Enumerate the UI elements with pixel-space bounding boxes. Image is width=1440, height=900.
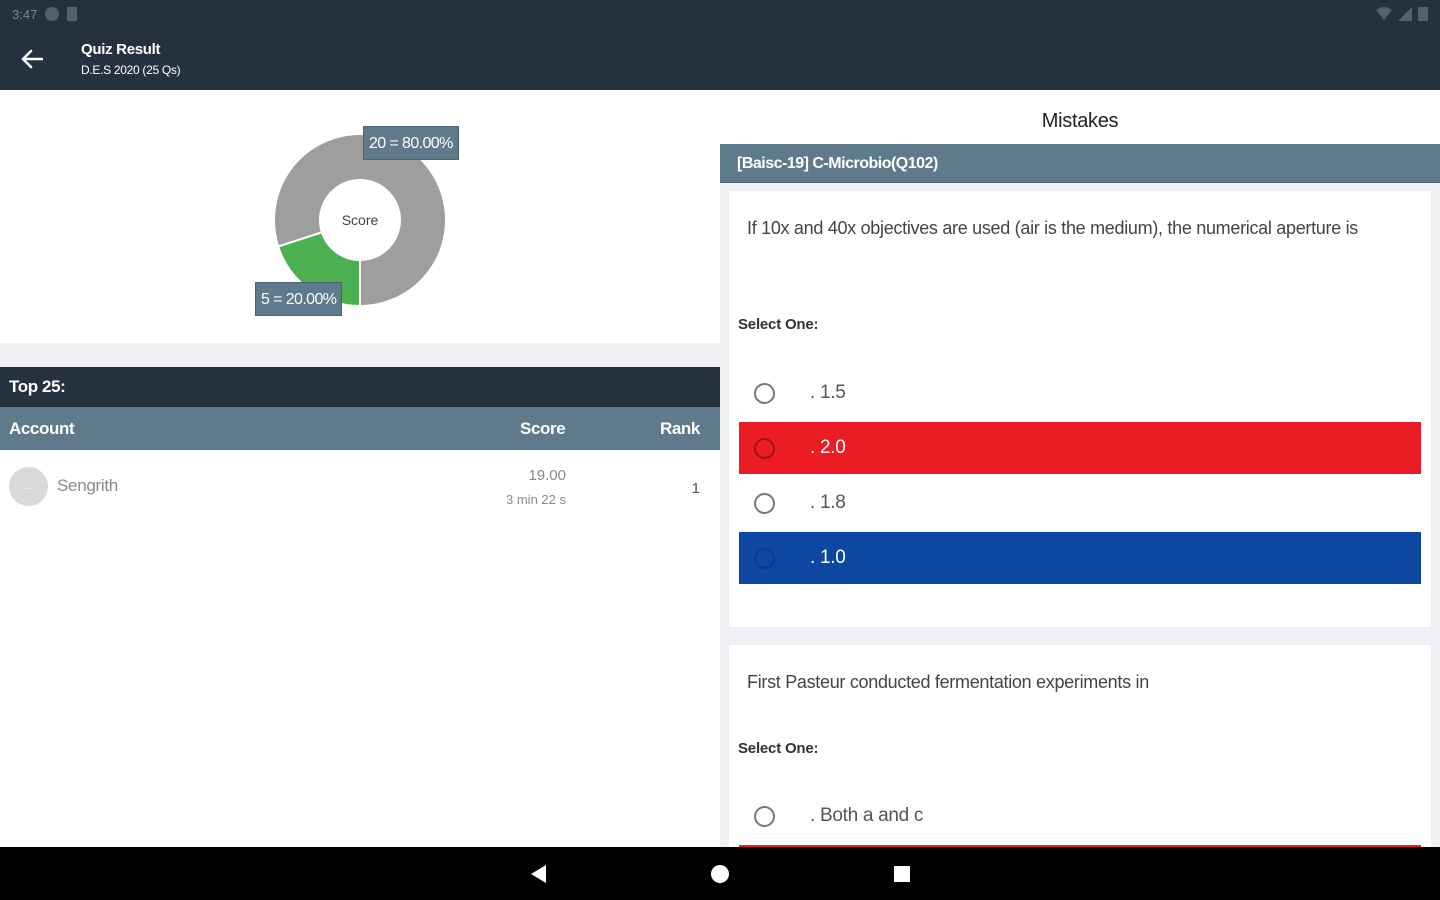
mistakes-panel[interactable]: Mistakes [Baisc-19] C-Microbio(Q102) If … <box>720 90 1440 847</box>
option-label: . 1.0 <box>810 547 846 568</box>
score-chart: Score 20 = 80.00% 5 = 20.00% <box>0 90 720 343</box>
divider <box>0 343 720 367</box>
account-name: Sengrith <box>57 476 118 495</box>
leaderboard-row[interactable]: ... Sengrith 19.00 3 min 22 s 1 <box>0 450 720 522</box>
status-bar: 3:47 <box>0 0 1440 28</box>
notification-icon <box>45 7 60 21</box>
option-4-correct[interactable]: . 1.0 <box>739 532 1421 584</box>
leaderboard-title: Top 25: <box>0 367 720 407</box>
question-text: If 10x and 40x objectives are used (air … <box>747 218 1359 238</box>
nav-back-button[interactable] <box>508 847 568 900</box>
pie-center-label: Score <box>342 212 379 228</box>
column-account: Account <box>9 419 75 438</box>
option-label: . Both a and c <box>810 805 924 826</box>
status-time: 3:47 <box>12 6 38 22</box>
radio-icon[interactable] <box>754 805 775 827</box>
wifi-icon <box>1376 7 1392 20</box>
circle-home-icon <box>711 864 729 883</box>
app-bar: Quiz Result D.E.S 2020 (25 Qs) <box>0 28 1440 90</box>
option-label: . 1.8 <box>810 492 846 513</box>
score-pie-chart: Score <box>273 133 447 308</box>
navigation-bar <box>0 847 1440 900</box>
leaderboard-columns: Account Score Rank <box>0 407 720 450</box>
results-panel: Score 20 = 80.00% 5 = 20.00% Top 25: Acc… <box>0 90 720 847</box>
radio-icon[interactable] <box>754 547 775 569</box>
page-title: Quiz Result <box>81 41 161 58</box>
battery-icon <box>1418 7 1428 21</box>
back-button[interactable] <box>0 28 64 90</box>
option-label: . 1.5 <box>810 382 846 403</box>
nav-home-button[interactable] <box>690 847 750 900</box>
mistakes-title: Mistakes <box>720 90 1440 144</box>
sd-card-icon <box>67 7 78 21</box>
radio-icon[interactable] <box>754 382 775 404</box>
question-text: First Pasteur conducted fermentation exp… <box>747 672 1149 692</box>
rank-value: 1 <box>691 480 700 497</box>
pie-label-correct: 5 = 20.00% <box>255 282 343 316</box>
option-1[interactable]: . 1.5 <box>739 367 1421 419</box>
nav-recents-button[interactable] <box>872 847 932 900</box>
avatar: ... <box>9 467 48 506</box>
score-time: 3 min 22 s <box>506 492 566 507</box>
question-card: First Pasteur conducted fermentation exp… <box>729 645 1431 847</box>
select-one-label: Select One: <box>738 740 819 757</box>
score-value: 19.00 <box>528 467 566 484</box>
radio-icon[interactable] <box>754 437 775 459</box>
column-score: Score <box>520 419 566 438</box>
question-card: If 10x and 40x objectives are used (air … <box>729 191 1431 627</box>
arrow-left-icon <box>21 49 43 69</box>
option-3[interactable]: . 1.8 <box>739 477 1421 529</box>
radio-icon[interactable] <box>754 492 775 514</box>
option-label: . 2.0 <box>810 437 846 458</box>
signal-icon <box>1398 7 1412 21</box>
square-recents-icon <box>894 865 910 882</box>
question-category: [Baisc-19] C-Microbio(Q102) <box>720 144 1440 183</box>
pie-label-wrong: 20 = 80.00% <box>363 126 459 160</box>
page-subtitle: D.E.S 2020 (25 Qs) <box>81 63 181 77</box>
column-rank: Rank <box>660 419 700 438</box>
select-one-label: Select One: <box>738 316 819 333</box>
triangle-back-icon <box>531 864 546 883</box>
option-1[interactable]: . Both a and c <box>739 790 1421 842</box>
option-2-wrong[interactable]: . 2.0 <box>739 422 1421 474</box>
